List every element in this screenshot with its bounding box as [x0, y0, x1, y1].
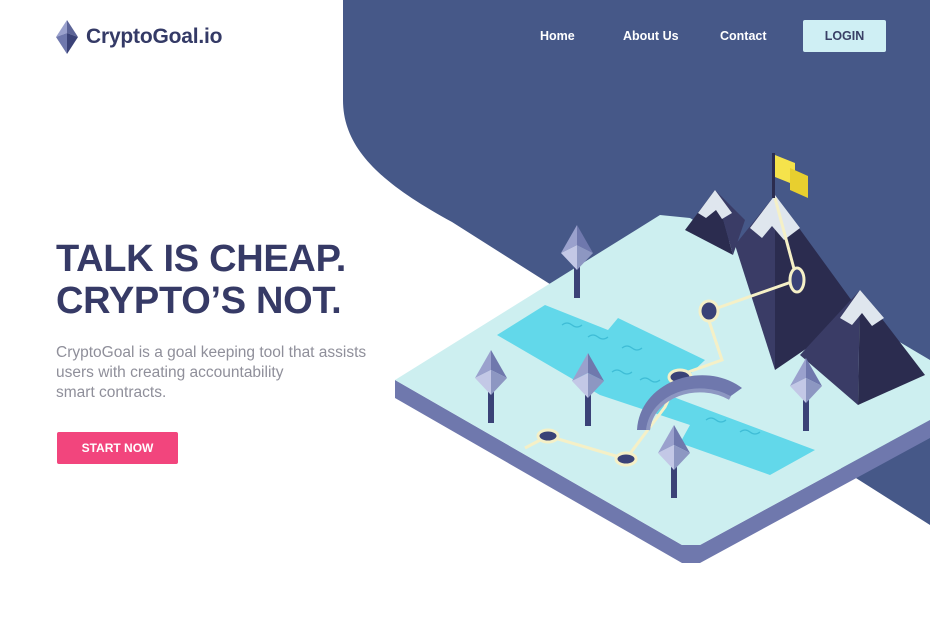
- description-line: CryptoGoal is a goal keeping tool that a…: [56, 344, 367, 361]
- description-line: smart contracts.: [56, 384, 167, 401]
- nav-home-link[interactable]: Home: [540, 29, 575, 43]
- start-now-button[interactable]: START NOW: [57, 432, 178, 464]
- headline-line: CRYPTO’S NOT.: [56, 280, 342, 322]
- hero-description: CryptoGoal is a goal keeping tool that a…: [56, 343, 401, 403]
- nav-about-link[interactable]: About Us: [623, 29, 679, 43]
- login-button[interactable]: LOGIN: [803, 20, 886, 52]
- headline-line: TALK IS CHEAP.: [56, 238, 346, 280]
- description-line: users with creating accountability: [56, 364, 284, 381]
- hero-headline: TALK IS CHEAP. CRYPTO’S NOT.: [56, 238, 346, 322]
- main-nav: Home About Us Contact: [0, 29, 930, 45]
- goal-flag: [772, 153, 808, 198]
- nav-contact-link[interactable]: Contact: [720, 29, 767, 43]
